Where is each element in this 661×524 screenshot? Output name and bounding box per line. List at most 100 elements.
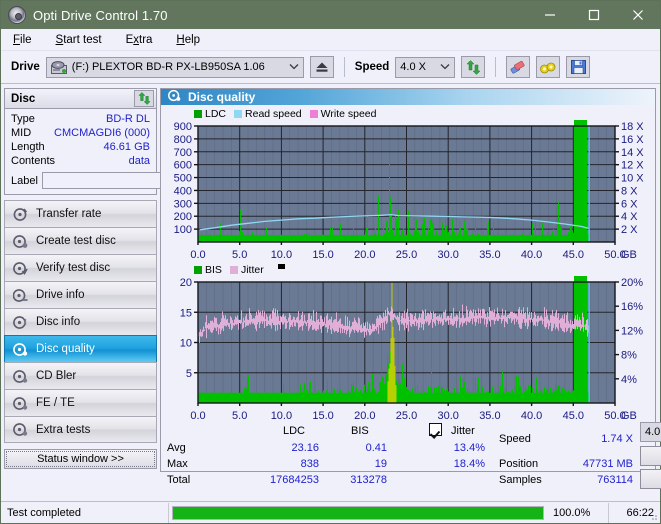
status-window-button[interactable]: Status window >> [4,449,157,469]
window-controls [528,1,660,29]
disc-label-caption: Label [11,174,38,187]
sidebar-item-transfer-rate[interactable]: Transfer rate [4,200,157,227]
close-icon[interactable] [616,1,660,29]
eraser-icon [510,60,525,74]
main-body: Disc Type BD-R DL MID CMCMAGDI6 (000) Le… [1,84,661,489]
stats-row-total: Total [167,474,191,486]
disc-type-value: BD-R DL [105,113,150,125]
legend-label-write-speed: Write speed [320,107,377,120]
maximize-icon[interactable] [572,1,616,29]
minimize-icon[interactable] [528,1,572,29]
svg-text:45.0: 45.0 [563,410,584,421]
bis-chart-legend: BIS Jitter [164,263,652,276]
test-speed-value: 4.0 X [645,426,661,438]
sidebar-item-verify-test-disc[interactable]: Verify test disc [4,254,157,281]
sidebar-item-label: Extra tests [36,423,91,436]
svg-text:700: 700 [174,147,192,159]
resize-grip-icon[interactable] [648,511,658,521]
svg-text:20: 20 [180,277,192,289]
start-full-button[interactable]: Start full [640,446,661,466]
svg-text:12%: 12% [621,325,643,337]
sidebar-item-create-test-disc[interactable]: Create test disc [4,227,157,254]
svg-text:5.0: 5.0 [232,410,247,421]
svg-text:6 X: 6 X [621,198,638,210]
progress-percent: 100.0% [547,502,609,523]
menu-item-help[interactable]: Help [174,32,202,48]
stats-position-label: Position [499,458,539,470]
stats-speed-value: 1.74 X [601,433,633,445]
svg-text:15.0: 15.0 [312,410,333,421]
menu-item-extra[interactable]: Extra [124,32,155,48]
disc-create-icon [13,234,28,249]
svg-text:40.0: 40.0 [521,249,542,260]
save-button[interactable] [566,56,591,78]
menu-item-start-test[interactable]: Start test [54,32,104,48]
ldc-plot[interactable]: 100 200 300 400 500 600 700 800 900 2 X4 X6 X8 X1… [164,120,652,260]
disc-quality-icon [13,342,28,357]
menu-item-file[interactable]: File [11,32,34,48]
svg-text:5: 5 [186,368,192,380]
refresh-icon [466,59,481,75]
disc-label-row: Label [11,171,245,190]
svg-text:20%: 20% [621,277,643,289]
disc-mid-label: MID [11,127,32,139]
chevron-down-icon [434,61,450,73]
stats-jitter-max: 18.4% [453,458,485,470]
svg-text:2 X: 2 X [621,224,638,236]
inspect-button[interactable] [536,56,561,78]
svg-text:4 X: 4 X [621,211,638,223]
erase-button[interactable] [506,56,531,78]
disc-drive-icon [12,288,28,303]
svg-text:15.0: 15.0 [312,249,333,260]
disc-length-value: 46.61 GB [103,141,150,153]
disc-contents-value: data [128,155,150,167]
sidebar-item-disc-quality[interactable]: Disc quality [4,335,157,362]
sidebar-item-label: Disc quality [36,343,95,355]
legend-bis: BIS [194,264,222,276]
disc-fete-icon [13,396,28,411]
svg-text:16%: 16% [621,301,643,313]
svg-text:5.0: 5.0 [232,249,247,260]
disc-panel-title: Disc [11,92,36,105]
start-part-button[interactable]: Start part [640,469,661,489]
sidebar-item-label: CD Bler [36,370,77,382]
eject-icon [316,62,328,72]
svg-text:40.0: 40.0 [521,410,542,421]
refresh-button[interactable] [461,56,486,78]
bis-chart-block: BIS Jitter 5 10 15 20 4% 8% 12% 16% 20% 0.0 5.0 10.… [164,263,652,422]
speed-select-value: 4.0 X [400,61,426,73]
legend-label-read-speed: Read speed [245,107,302,120]
stats-row-avg: Avg [167,442,186,454]
sidebar-item-label: Transfer rate [36,208,102,220]
test-speed-select[interactable]: 4.0 X [640,422,661,442]
disc-row-mid: MID CMCMAGDI6 (000) [11,126,150,140]
bis-plot[interactable]: 5 10 15 20 4% 8% 12% 16% 20% 0.0 5.0 10.0 15.0 20.0 25… [164,276,652,421]
drive-select[interactable]: (F:) PLEXTOR BD-R PX-LB950SA 1.06 [45,56,304,78]
sidebar-item-label: Disc info [36,316,81,328]
legend-swatch-write-speed [309,109,318,118]
stats-ldc-total: 17684253 [270,474,319,486]
legend-swatch-bis [194,265,202,274]
legend-swatch-read-speed [234,109,243,118]
svg-text:800: 800 [174,134,192,146]
window-title: Opti Drive Control 1.70 [33,7,168,23]
stats-ldc-avg: 23.16 [291,442,319,454]
sidebar-item-disc-info[interactable]: Disc info [4,308,157,335]
disc-refresh-button[interactable] [134,90,154,107]
speed-select[interactable]: 4.0 X [395,56,456,78]
disc-mid-value: CMCMAGDI6 (000) [54,127,150,139]
jitter-checkbox[interactable] [429,423,442,437]
sidebar-item-drive-info[interactable]: Drive info [4,281,157,308]
eject-button[interactable] [309,56,334,78]
sidebar-item-extra-tests[interactable]: Extra tests [4,416,157,443]
svg-text:10: 10 [180,338,192,350]
stats-area: LDC BIS Jitter Avg Max Total 23.16 838 1… [161,422,661,489]
svg-text:45.0: 45.0 [563,249,584,260]
sidebar-item-cd-bler[interactable]: CD Bler [4,362,157,389]
disc-extra-icon [13,422,28,437]
legend-read-speed: Read speed [234,108,302,120]
disc-quality-panel: Disc quality LDC Read speed Write speed … [160,88,661,489]
drive-label: Drive [11,61,40,73]
legend-swatch-ldc [194,109,202,118]
sidebar-item-fe-te[interactable]: FE / TE [4,389,157,416]
